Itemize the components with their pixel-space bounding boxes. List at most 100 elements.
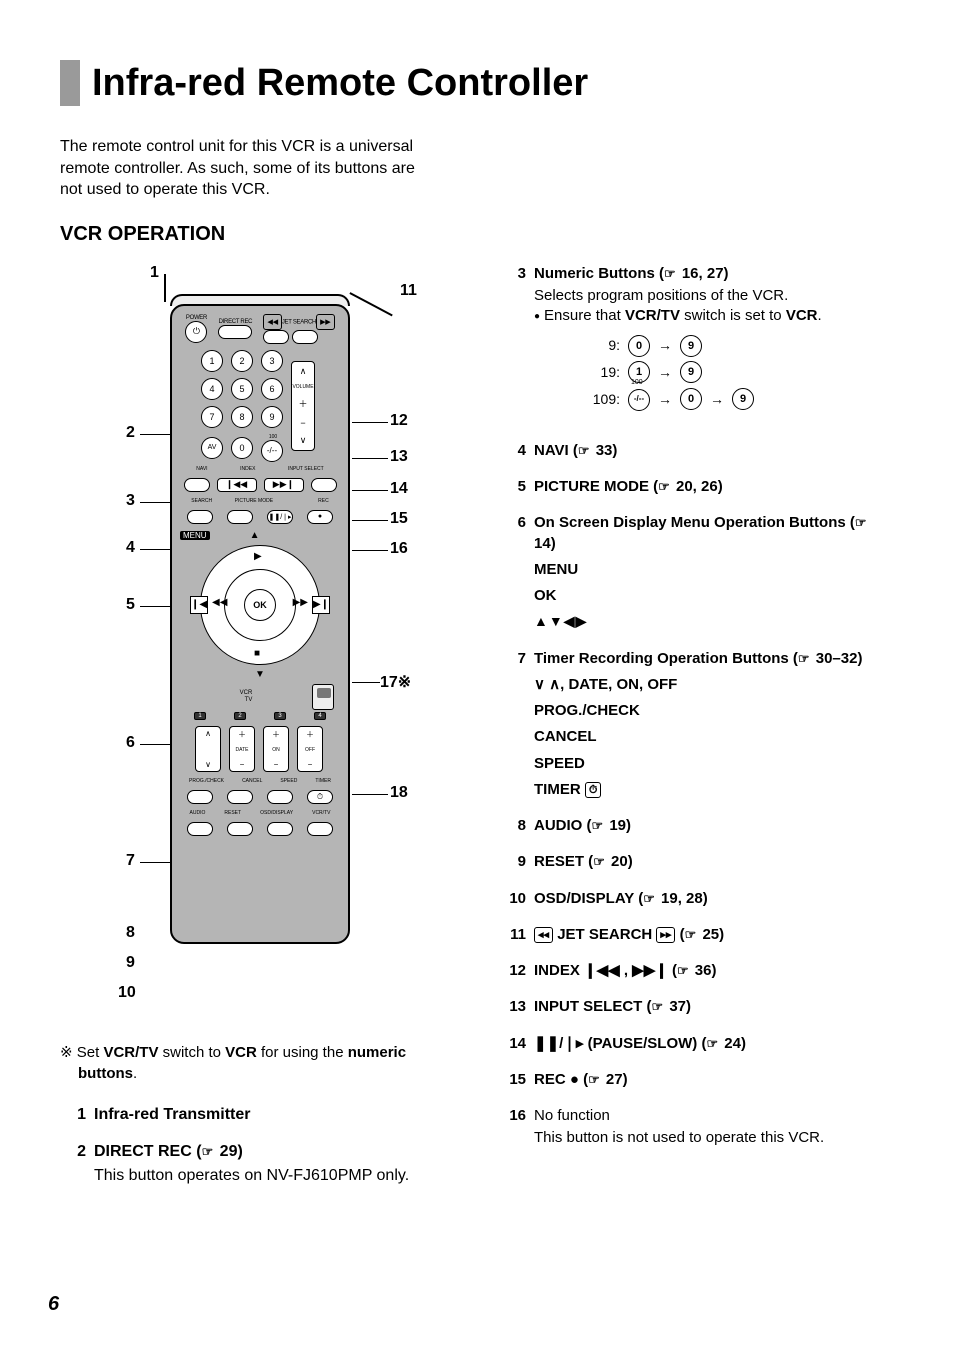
search-label: SEARCH (191, 498, 212, 504)
left-column: 1 2 3 4 5 6 7 8 9 10 11 12 13 14 15 16 1… (60, 264, 460, 1203)
num-1: 1 (201, 350, 223, 372)
key-button: 9 (680, 335, 702, 357)
index-prev: ❙◀◀ (217, 478, 257, 492)
callout-17: 17※ (380, 672, 411, 692)
callout-9: 9 (126, 954, 135, 972)
item-number: 15 (500, 1070, 526, 1090)
num-av: AV (201, 437, 223, 459)
item-title: ◂◂ JET SEARCH ▸▸ ( 25) (534, 926, 724, 943)
item-number: 6 (500, 513, 526, 632)
callout-8: 8 (126, 924, 135, 942)
callout-18: 18 (390, 784, 408, 802)
audio-btn (187, 822, 213, 836)
item-number: 11 (500, 925, 526, 945)
item-sublabel: MENU (534, 560, 894, 580)
prev-side: ❙◀ (190, 596, 208, 614)
speed-label: SPEED (280, 778, 297, 784)
item-title: OSD/DISPLAY ( 19, 28) (534, 890, 708, 907)
item-number: 5 (500, 477, 526, 497)
item-sublabel: PROG./CHECK (534, 701, 894, 721)
reference-icon (664, 265, 678, 282)
cancel-label: CANCEL (242, 778, 262, 784)
item-row: 15 REC ● ( 27) (500, 1070, 894, 1090)
item-number: 1 (60, 1104, 86, 1126)
callout-3: 3 (126, 492, 135, 510)
item-row: 14❚❚/❘▸ (PAUSE/SLOW) ( 24) (500, 1034, 894, 1054)
item-sublabel: SPEED (534, 754, 894, 774)
callout-7: 7 (126, 852, 135, 870)
input-select-btn (311, 478, 337, 492)
key-button: 0 (680, 388, 702, 410)
item-row: 9RESET ( 20) (500, 852, 894, 872)
item-sublabel: ▲▼◀▶ (534, 612, 894, 632)
item-row: 7Timer Recording Operation Buttons ( 30–… (500, 649, 894, 801)
vcr-label: VCR (240, 690, 253, 697)
item-number: 4 (500, 441, 526, 461)
item-title-end: ) (237, 1143, 242, 1160)
tv-label: TV (240, 697, 253, 704)
audio-label: AUDIO (190, 810, 206, 816)
jet-search-right-icon: ▸▸ (656, 927, 675, 943)
section-heading: VCR OPERATION (60, 223, 894, 246)
direct-rec-button (218, 325, 252, 339)
item-title: DIRECT REC ( (94, 1143, 202, 1160)
reference-icon (592, 817, 606, 834)
timer-label: TIMER (315, 778, 331, 784)
power-button-icon: ⏻ (185, 321, 207, 343)
item-row: 8AUDIO ( 19) (500, 816, 894, 836)
reference-icon (652, 998, 666, 1015)
cancel-btn (227, 790, 253, 804)
item-bullet: Ensure that VCR/TV switch is set to VCR. (534, 306, 894, 326)
item-title: REC ● ( 27) (534, 1071, 628, 1088)
key-button: 0 (628, 335, 650, 357)
reference-icon (706, 1035, 720, 1052)
num-hundred: -/-- (261, 440, 283, 462)
reference-icon (677, 962, 691, 979)
reference-icon (202, 1143, 216, 1160)
page-number: 6 (48, 1293, 59, 1316)
item-row: 5 PICTURE MODE ( 20, 26) (500, 477, 894, 497)
timer-off: ＋OFF− (297, 726, 323, 772)
progcheck-label: PROG./CHECK (189, 778, 224, 784)
num-7: 7 (201, 406, 223, 428)
item-title: NAVI ( 33) (534, 442, 617, 459)
power-label: POWER (185, 315, 207, 321)
callout-4: 4 (126, 539, 135, 557)
item-title: Timer Recording Operation Buttons ( 30–3… (534, 650, 862, 667)
item-note: This button is not used to operate this … (534, 1128, 894, 1148)
item-sublabel: ∨ ∧, DATE, ON, OFF (534, 675, 894, 695)
callout-1: 1 (150, 264, 159, 282)
callout-13: 13 (390, 448, 408, 466)
item-title: AUDIO ( 19) (534, 817, 631, 834)
jet-search-left-icon: ◂◂ (534, 927, 553, 943)
num-0: 0 (231, 437, 253, 459)
item-sublabel: CANCEL (534, 727, 894, 747)
item-number: 12 (500, 961, 526, 981)
callout-2: 2 (126, 424, 135, 442)
diagram-footnote: ※ Set VCR/TV switch to VCR for using the… (60, 1042, 460, 1084)
reset-btn (227, 822, 253, 836)
index-label: INDEX (240, 466, 255, 472)
pause-slow-btn: ❚❚/❘▸ (267, 510, 293, 524)
item-title: INPUT SELECT ( 37) (534, 998, 691, 1015)
timer-btn: ⏱ (307, 790, 333, 804)
picture-mode-label: PICTURE MODE (235, 498, 273, 504)
item-title: RESET ( 20) (534, 853, 633, 870)
item-sublabel: OK (534, 586, 894, 606)
remote-diagram: 1 2 3 4 5 6 7 8 9 10 11 12 13 14 15 16 1… (60, 264, 460, 1024)
reference-icon (643, 890, 657, 907)
reference-icon (855, 514, 869, 531)
jet-search-r (292, 330, 318, 344)
reference-icon (658, 478, 672, 495)
reference-icon (588, 1071, 602, 1088)
jet-r-icon: ▸▸ (316, 314, 334, 330)
item-title: No function (534, 1107, 610, 1124)
item-title: PICTURE MODE ( 20, 26) (534, 478, 723, 495)
item-row: 3Numeric Buttons ( 16, 27)Selects progra… (500, 264, 894, 425)
reference-icon (593, 853, 607, 870)
item-title: INDEX ❙◀◀ , ▶▶❙ ( 36) (534, 962, 716, 979)
item-number: 3 (500, 264, 526, 425)
callout-16: 16 (390, 540, 408, 558)
clock-icon: ⏱ (585, 782, 602, 798)
search-btn (187, 510, 213, 524)
